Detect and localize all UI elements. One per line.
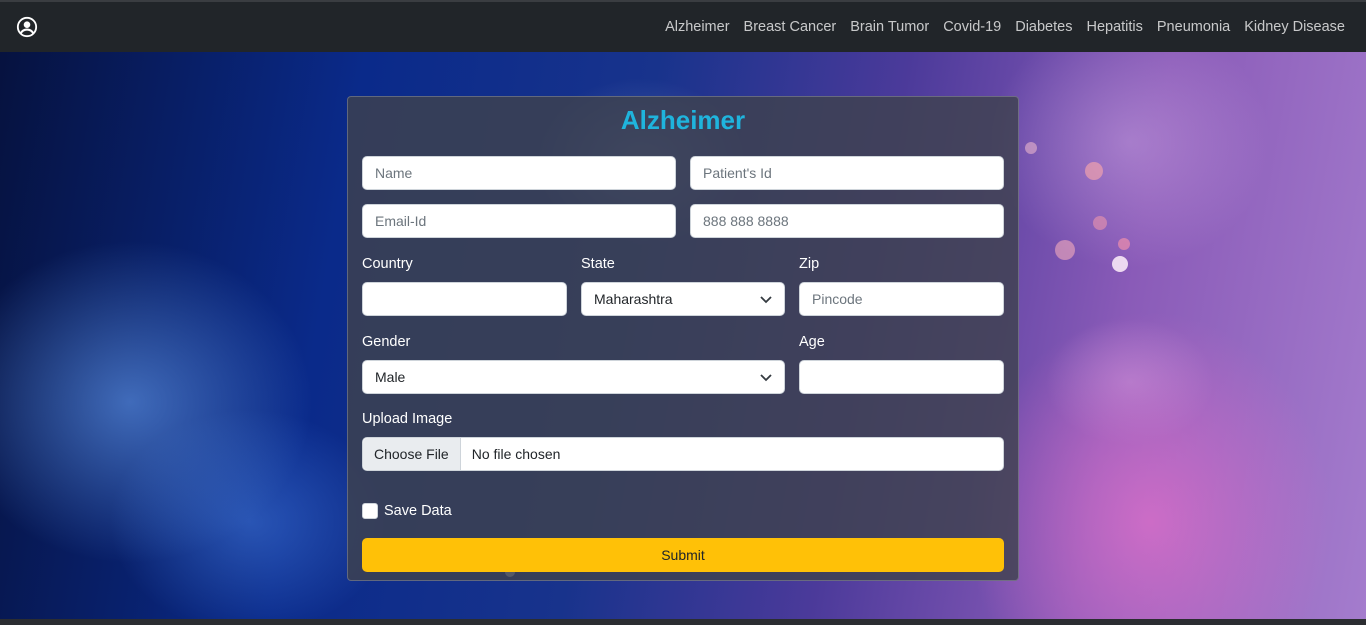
name-placeholder: Name <box>375 165 413 181</box>
gender-select[interactable]: Male <box>362 360 785 394</box>
email-input[interactable]: Email-Id <box>362 204 676 238</box>
patient-id-input[interactable]: Patient's Id <box>690 156 1004 190</box>
state-label: State <box>581 256 615 272</box>
submit-button[interactable]: Submit <box>362 538 1004 572</box>
background-particle <box>1093 216 1107 230</box>
nav-link-alzheimer[interactable]: Alzheimer <box>658 19 736 35</box>
form-title: Alzheimer <box>620 105 746 135</box>
save-data-checkbox[interactable] <box>362 503 378 519</box>
nav-link-covid-19[interactable]: Covid-19 <box>936 19 1008 35</box>
save-data-label[interactable]: Save Data <box>384 503 452 519</box>
state-selected-value: Maharashtra <box>594 291 673 307</box>
gender-label: Gender <box>362 334 411 350</box>
user-circle-icon[interactable] <box>16 16 38 38</box>
nav-link-hepatitis[interactable]: Hepatitis <box>1079 19 1149 35</box>
choose-file-button[interactable]: Choose File <box>363 438 461 470</box>
background-particle <box>1025 142 1037 154</box>
background-particle <box>1055 240 1075 260</box>
background-particle <box>1085 162 1103 180</box>
nav-link-brain-tumor[interactable]: Brain Tumor <box>843 19 936 35</box>
gender-selected-value: Male <box>375 369 406 385</box>
zip-label: Zip <box>799 256 820 272</box>
alzheimer-form-card: Alzheimer Name Patient's Id Email-Id 888… <box>347 96 1019 581</box>
nav-links: Alzheimer Breast Cancer Brain Tumor Covi… <box>658 19 1352 35</box>
phone-input[interactable]: 888 888 8888 <box>690 204 1004 238</box>
zip-input[interactable]: Pincode <box>799 282 1004 316</box>
upload-image-input[interactable]: Choose File No file chosen <box>362 437 1004 471</box>
file-status-text: No file chosen <box>471 446 561 462</box>
age-label: Age <box>799 334 825 350</box>
upload-image-label: Upload Image <box>362 411 453 427</box>
phone-placeholder: 888 888 8888 <box>703 213 789 229</box>
name-input[interactable]: Name <box>362 156 676 190</box>
nav-link-pneumonia[interactable]: Pneumonia <box>1150 19 1237 35</box>
background-particle <box>1118 238 1130 250</box>
nav-link-kidney-disease[interactable]: Kidney Disease <box>1237 19 1352 35</box>
email-placeholder: Email-Id <box>375 213 427 229</box>
patient-id-placeholder: Patient's Id <box>703 165 772 181</box>
country-label: Country <box>362 256 413 272</box>
age-input[interactable] <box>799 360 1004 394</box>
top-navbar: Alzheimer Breast Cancer Brain Tumor Covi… <box>0 0 1366 52</box>
country-input[interactable] <box>362 282 567 316</box>
nav-link-diabetes[interactable]: Diabetes <box>1008 19 1079 35</box>
state-select[interactable]: Maharashtra <box>581 282 785 316</box>
nav-link-breast-cancer[interactable]: Breast Cancer <box>737 19 844 35</box>
zip-placeholder: Pincode <box>812 291 863 307</box>
bottom-bar <box>0 619 1366 625</box>
background-particle <box>1112 256 1128 272</box>
